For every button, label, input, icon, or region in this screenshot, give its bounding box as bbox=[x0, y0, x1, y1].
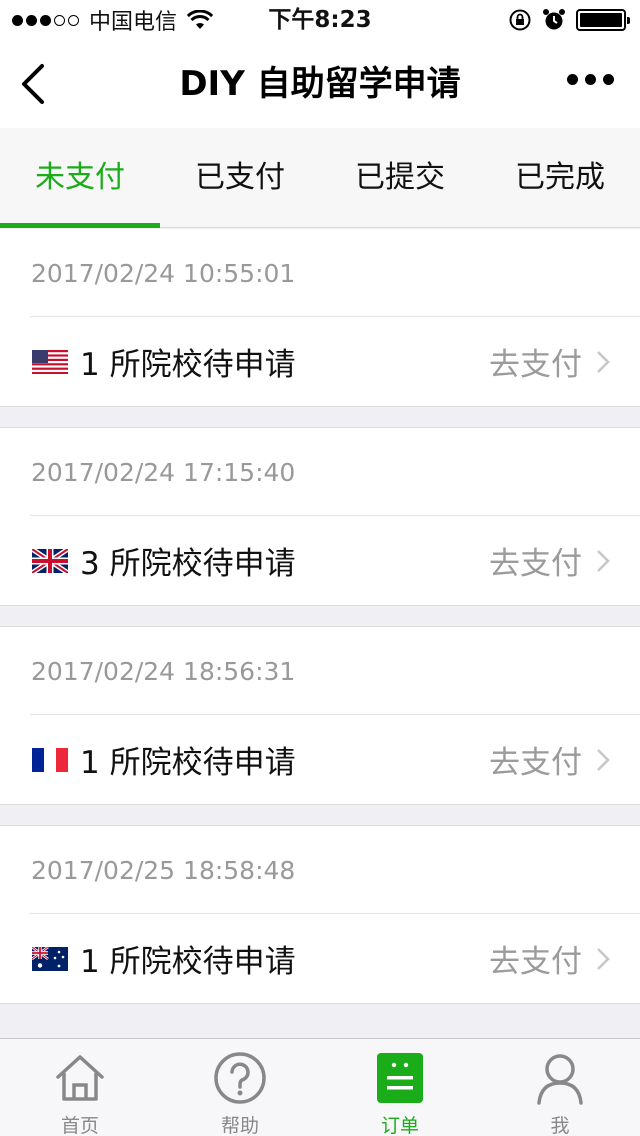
bottom-tab-bar: 首页 帮助 订单 我 bbox=[0, 1038, 640, 1136]
france-flag-icon bbox=[32, 747, 68, 772]
order-card: 2017/02/25 18:58:48 1 所院校待申请 去支付 bbox=[0, 825, 640, 1004]
status-right bbox=[508, 7, 630, 33]
tab-completed[interactable]: 已完成 bbox=[480, 128, 640, 227]
order-card: 2017/02/24 17:15:40 3 所院校待申请 去支付 bbox=[0, 427, 640, 606]
profile-icon bbox=[537, 1054, 583, 1105]
order-timestamp: 2017/02/25 18:58:48 bbox=[31, 856, 296, 885]
chevron-right-icon bbox=[597, 351, 610, 373]
order-description: 1 所院校待申请 bbox=[80, 745, 296, 781]
order-description: 1 所院校待申请 bbox=[80, 347, 296, 383]
order-status-tabs: 未支付 已支付 已提交 已完成 bbox=[0, 128, 640, 228]
chevron-right-icon bbox=[597, 749, 610, 771]
us-flag-icon bbox=[32, 349, 68, 374]
order-list: 2017/02/24 10:55:01 1 所院校待申请 去支付 2017/02… bbox=[0, 229, 640, 1024]
tabbar-label: 订单 bbox=[380, 1115, 419, 1136]
pay-button[interactable]: 去支付 bbox=[489, 339, 582, 384]
page-title: DIY 自助留学申请 bbox=[179, 64, 461, 104]
status-bar: 中国电信 下午8:23 bbox=[0, 0, 640, 40]
uk-flag-icon bbox=[32, 548, 68, 573]
orders-icon bbox=[377, 1053, 423, 1103]
back-arrow-icon[interactable] bbox=[16, 62, 56, 106]
tabbar-label: 我 bbox=[550, 1115, 570, 1136]
chevron-right-icon bbox=[597, 948, 610, 970]
tabbar-label: 首页 bbox=[60, 1115, 99, 1136]
alarm-icon bbox=[543, 9, 565, 30]
order-row[interactable]: 1 所院校待申请 去支付 bbox=[30, 913, 640, 1003]
order-timestamp: 2017/02/24 17:15:40 bbox=[31, 458, 296, 487]
order-row[interactable]: 3 所院校待申请 去支付 bbox=[30, 515, 640, 605]
tabbar-item-profile[interactable]: 我 bbox=[480, 1039, 640, 1136]
pay-button[interactable]: 去支付 bbox=[489, 737, 582, 782]
order-description: 1 所院校待申请 bbox=[80, 944, 296, 980]
pay-button[interactable]: 去支付 bbox=[489, 936, 582, 981]
chevron-right-icon bbox=[597, 550, 610, 572]
tabbar-item-home[interactable]: 首页 bbox=[0, 1039, 160, 1136]
tab-paid[interactable]: 已支付 bbox=[160, 128, 320, 227]
tab-unpaid[interactable]: 未支付 bbox=[0, 128, 160, 228]
home-icon bbox=[56, 1055, 104, 1101]
order-row[interactable]: 1 所院校待申请 去支付 bbox=[30, 316, 640, 406]
more-options-icon[interactable] bbox=[567, 74, 614, 85]
battery-icon bbox=[576, 9, 630, 31]
tabbar-label: 帮助 bbox=[220, 1115, 259, 1136]
australia-flag-icon bbox=[32, 946, 68, 971]
order-timestamp: 2017/02/24 18:56:31 bbox=[31, 657, 296, 686]
order-timestamp: 2017/02/24 10:55:01 bbox=[31, 259, 296, 288]
tabbar-item-help[interactable]: 帮助 bbox=[160, 1039, 320, 1136]
tab-submitted[interactable]: 已提交 bbox=[320, 128, 480, 227]
order-description: 3 所院校待申请 bbox=[80, 546, 296, 582]
order-card: 2017/02/24 10:55:01 1 所院校待申请 去支付 bbox=[0, 229, 640, 407]
order-row[interactable]: 1 所院校待申请 去支付 bbox=[30, 714, 640, 804]
tabbar-item-orders[interactable]: 订单 bbox=[320, 1039, 480, 1136]
order-card: 2017/02/24 18:56:31 1 所院校待申请 去支付 bbox=[0, 626, 640, 805]
help-icon bbox=[214, 1052, 266, 1104]
rotation-lock-icon bbox=[509, 9, 531, 31]
pay-button[interactable]: 去支付 bbox=[489, 538, 582, 583]
navigation-bar: DIY 自助留学申请 bbox=[0, 40, 640, 128]
